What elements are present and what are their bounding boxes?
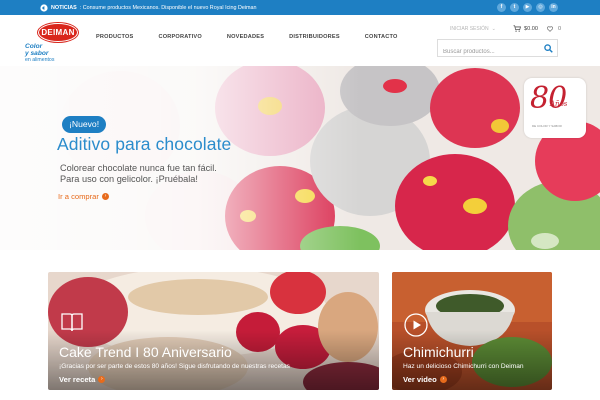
card-cake-trend[interactable]: Cake Trend I 80 Aniversario ¡Gracias por… (48, 272, 379, 390)
logo-tagline-2: y sabor (25, 50, 49, 57)
arrow-right-icon: › (439, 376, 447, 383)
card-description: ¡Gracias por ser parte de estos 80 años!… (59, 363, 290, 370)
book-icon (61, 313, 83, 332)
search-box (437, 39, 558, 60)
logo-tagline-1: Color (25, 43, 43, 50)
view-recipe-link[interactable]: Ver receta › (59, 375, 106, 384)
site-header: DEIMAN Color y sabor en alimentos PRODUC… (0, 15, 600, 66)
nav-contacto[interactable]: CONTACTO (365, 34, 398, 40)
main-nav: PRODUCTOS CORPORATIVO NOVEDADES DISTRIBU… (96, 34, 398, 40)
new-badge: ¡Nuevo! (62, 116, 107, 133)
card-chimichurri[interactable]: Chimichurri Haz un delicioso Chimichurri… (392, 272, 552, 390)
instagram-icon[interactable]: ◎ (536, 3, 545, 12)
hero-text-line-2: Para uso con gelicolor. ¡Pruébala! (60, 174, 198, 184)
cart-total: $0.00 (524, 25, 538, 32)
wishlist-count: 0 (558, 25, 562, 32)
view-video-label: Ver video (403, 375, 437, 384)
deiman-logo[interactable]: DEIMAN Color y sabor en alimentos (22, 23, 90, 63)
arrow-right-icon: › (101, 193, 109, 200)
facebook-icon[interactable]: f (497, 3, 506, 12)
login-dropdown[interactable]: INICIAR SESIÓN ⌄ (450, 26, 496, 32)
nav-distribuidores[interactable]: DISTRIBUIDORES (289, 34, 340, 40)
play-icon (404, 313, 428, 337)
nav-corporativo[interactable]: CORPORATIVO (158, 34, 201, 40)
youtube-icon[interactable]: ▶ (523, 3, 532, 12)
arrow-right-icon: › (98, 376, 106, 383)
cart-icon (513, 25, 521, 32)
news-text: : Consume productos Mexicanos. Disponibl… (79, 4, 257, 11)
nav-productos[interactable]: PRODUCTOS (96, 34, 133, 40)
hero-text-line-1: Colorear chocolate nunca fue tan fácil. (60, 163, 217, 173)
anniversary-number: 80 (530, 81, 567, 116)
buy-link-label: Ir a comprar (58, 192, 99, 201)
hero-banner[interactable]: ¡Nuevo! Aditivo para chocolate Colorear … (0, 66, 600, 250)
nav-novedades[interactable]: NOVEDADES (227, 34, 264, 40)
twitter-icon[interactable]: t (510, 3, 519, 12)
login-label: INICIAR SESIÓN (450, 26, 489, 32)
anniversary-word: Años (550, 100, 568, 108)
hero-fade-overlay (0, 66, 360, 250)
logo-tagline-3: en alimentos (25, 57, 55, 63)
search-input[interactable] (438, 44, 538, 60)
logo-oval: DEIMAN (38, 23, 78, 42)
news-ticker[interactable]: NOTICIAS : Consume productos Mexicanos. … (40, 2, 257, 13)
view-video-link[interactable]: Ver video › (403, 375, 447, 384)
chevron-down-icon: ⌄ (491, 26, 496, 32)
card-title: Cake Trend I 80 Aniversario (59, 344, 232, 360)
view-recipe-label: Ver receta (59, 375, 96, 384)
social-links: f t ▶ ◎ in (497, 3, 558, 12)
search-icon[interactable] (544, 44, 553, 53)
linkedin-icon[interactable]: in (549, 3, 558, 12)
anniversary-badge: 80 Años DE COLOR Y SABOR (524, 78, 586, 138)
news-label: NOTICIAS (51, 4, 77, 11)
anniversary-caption: DE COLOR Y SABOR (532, 124, 562, 128)
buy-link[interactable]: Ir a comprar › (58, 192, 109, 201)
heart-icon[interactable] (547, 25, 553, 32)
megaphone-icon (40, 3, 48, 12)
hero-title: Aditivo para chocolate (57, 134, 232, 154)
card-title: Chimichurri (403, 344, 474, 360)
news-bar: NOTICIAS : Consume productos Mexicanos. … (0, 0, 600, 15)
card-description: Haz un delicioso Chimichurri con Deiman (403, 363, 524, 370)
cart-summary[interactable]: $0.00 0 (513, 25, 561, 32)
